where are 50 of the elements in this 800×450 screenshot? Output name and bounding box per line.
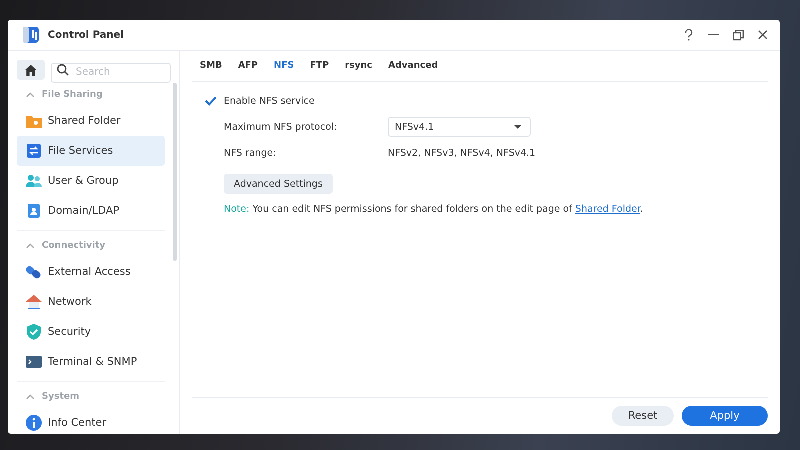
close-icon[interactable] — [758, 30, 768, 40]
advanced-settings-button[interactable]: Advanced Settings — [224, 174, 333, 194]
terminal-icon — [26, 354, 42, 370]
tab[interactable]: rsync — [337, 51, 380, 81]
section-title: System — [42, 392, 80, 402]
window-title: Control Panel — [48, 30, 124, 40]
domain-icon — [26, 203, 42, 219]
scrollbar-thumb[interactable] — [173, 83, 177, 261]
home-button[interactable] — [17, 60, 45, 80]
sidebar-item[interactable]: Terminal & SNMP — [17, 347, 165, 377]
sidebar-item[interactable]: File Services — [17, 136, 165, 166]
minimize-icon[interactable] — [708, 34, 719, 36]
sidebar-item[interactable]: Security — [17, 317, 165, 347]
tab[interactable]: SMB — [192, 51, 230, 81]
sidebar-item[interactable]: Domain/LDAP — [17, 196, 165, 226]
sidebar-item[interactable]: Network — [17, 287, 165, 317]
sidebar-item[interactable]: Shared Folder — [17, 106, 165, 136]
tab[interactable]: AFP — [230, 51, 266, 81]
info-icon — [26, 415, 42, 431]
section-title: File Sharing — [42, 90, 103, 100]
section-title: Connectivity — [42, 241, 106, 251]
sidebar-item[interactable]: Info Center — [17, 408, 165, 434]
tab[interactable]: NFS — [266, 51, 302, 81]
control-panel-icon — [22, 26, 40, 44]
tab[interactable]: FTP — [302, 51, 338, 81]
house-icon — [26, 294, 42, 310]
users-icon — [26, 173, 42, 189]
restore-icon[interactable] — [733, 30, 744, 40]
folder-icon — [26, 113, 42, 129]
reset-button[interactable]: Reset — [612, 406, 674, 426]
link-icon — [26, 264, 42, 280]
sidebar-item[interactable]: External Access — [17, 257, 165, 287]
note-text: Note: You can edit NFS permissions for shared folders on the edit page of Shared Folder. — [224, 204, 644, 215]
apply-button[interactable]: Apply — [682, 406, 768, 426]
home-icon — [25, 64, 37, 76]
services-icon — [26, 143, 42, 159]
checkbox-label: Enable NFS service — [224, 96, 315, 106]
sidebar-item[interactable]: User & Group — [17, 166, 165, 196]
field-value: NFSv2, NFSv3, NFSv4, NFSv4.1 — [388, 148, 536, 158]
shared-folder-link[interactable]: Shared Folder — [575, 204, 640, 215]
search-icon — [57, 64, 69, 76]
help-icon[interactable] — [684, 29, 694, 41]
protocol-dropdown[interactable]: NFSv4.1 — [388, 117, 531, 137]
tab[interactable]: Advanced — [380, 51, 446, 81]
shield-icon — [26, 324, 42, 340]
field-label: Maximum NFS protocol: — [224, 122, 338, 132]
checkbox[interactable] — [204, 94, 218, 108]
field-label: NFS range: — [224, 148, 278, 158]
dropdown-caret-icon — [514, 125, 522, 129]
search-field[interactable]: Search — [51, 62, 171, 82]
